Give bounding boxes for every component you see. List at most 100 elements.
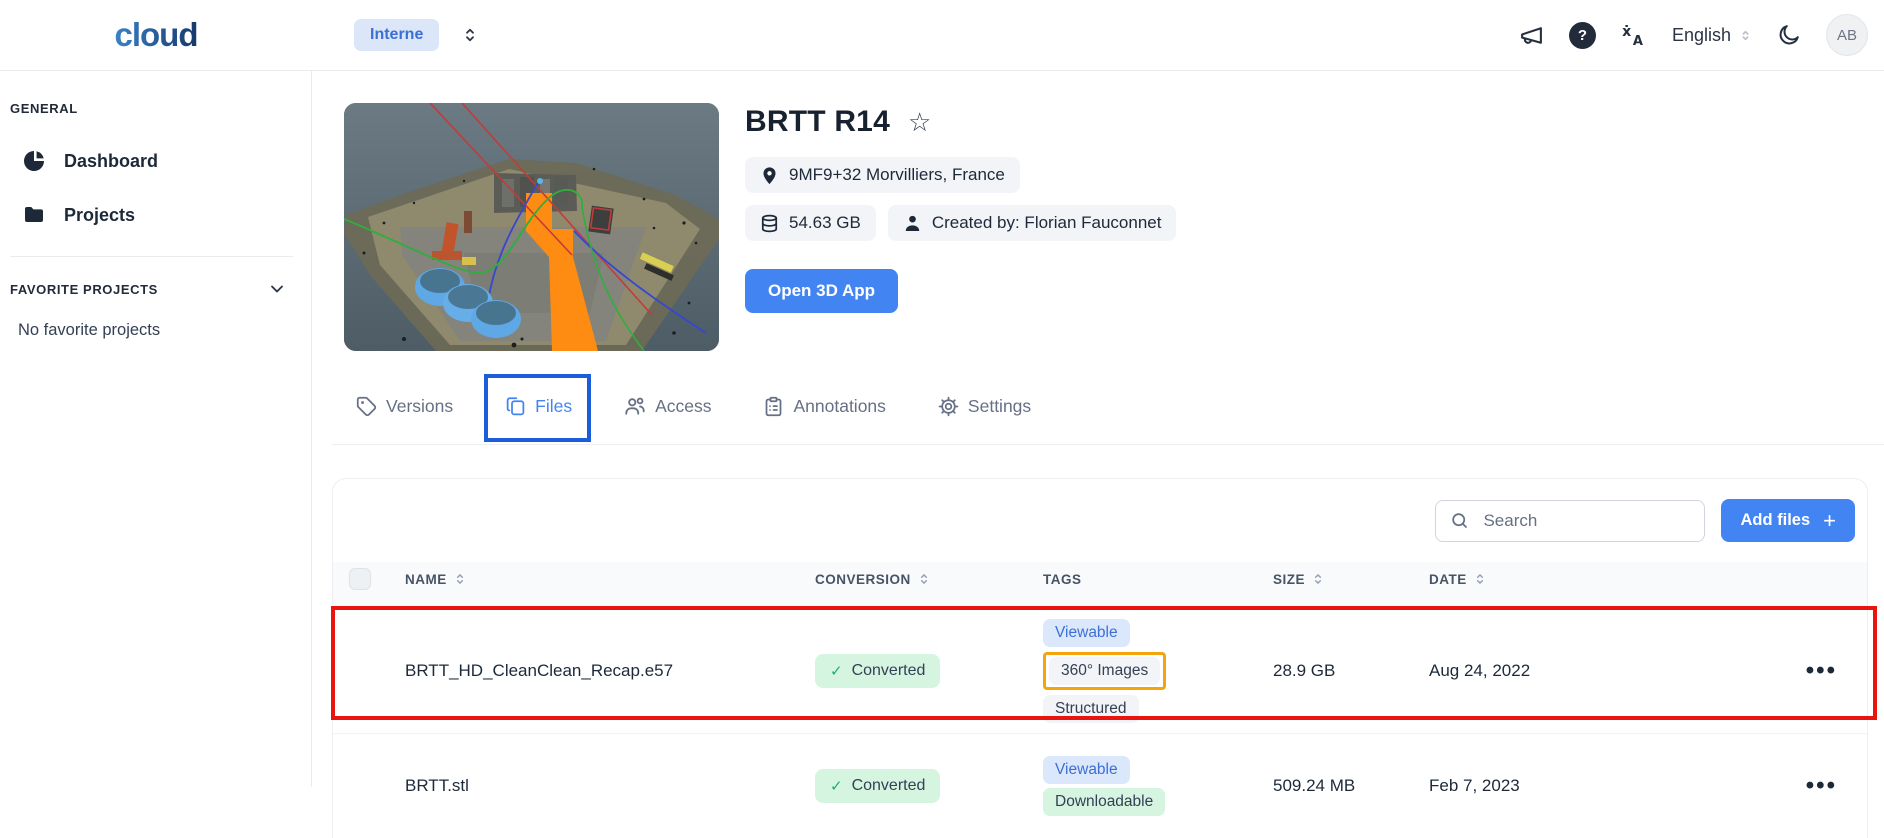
language-chevrons-icon bbox=[1739, 29, 1752, 42]
header-actions: ? ẋA English AB bbox=[1519, 14, 1868, 56]
files-icon bbox=[505, 396, 526, 417]
tab-label: Settings bbox=[968, 396, 1031, 417]
file-size: 28.9 GB bbox=[1273, 661, 1429, 681]
tag-icon bbox=[356, 396, 377, 417]
column-header-date[interactable]: DATE bbox=[1429, 572, 1669, 587]
sort-icon bbox=[917, 572, 931, 586]
tab-annotations[interactable]: Annotations bbox=[763, 396, 885, 417]
annotation-orange-box: 360° Images bbox=[1043, 652, 1166, 690]
size-badge: 54.63 GB bbox=[745, 205, 876, 241]
row-actions-ellipsis-icon[interactable]: ••• bbox=[1800, 770, 1843, 802]
table-toolbar: Add files + bbox=[333, 479, 1867, 562]
row-actions-ellipsis-icon[interactable]: ••• bbox=[1800, 655, 1843, 687]
select-all-checkbox[interactable] bbox=[349, 568, 371, 590]
sidebar-item-projects[interactable]: Projects bbox=[10, 188, 311, 242]
app-root: cloud Interne ? ẋA English bbox=[0, 0, 1884, 787]
tag-pill: Viewable bbox=[1043, 619, 1130, 647]
tags-cell: Viewable Downloadable bbox=[1043, 746, 1273, 826]
file-date: Feb 7, 2023 bbox=[1429, 776, 1669, 796]
gear-icon bbox=[938, 396, 959, 417]
tab-settings[interactable]: Settings bbox=[938, 396, 1031, 417]
project-tabs: Versions Files Access bbox=[356, 386, 1884, 426]
location-text: 9MF9+32 Morvilliers, France bbox=[789, 165, 1005, 185]
database-icon bbox=[760, 214, 779, 233]
map-pin-icon bbox=[760, 166, 779, 185]
size-text: 54.63 GB bbox=[789, 213, 861, 233]
sort-icon bbox=[1311, 572, 1325, 586]
project-thumbnail[interactable] bbox=[344, 103, 719, 351]
main-panel: BRTT R14 ☆ 9MF9+32 Morvilliers, France bbox=[312, 71, 1884, 787]
column-header-tags[interactable]: TAGS bbox=[1043, 572, 1273, 587]
announcements-megaphone-icon[interactable] bbox=[1519, 23, 1544, 48]
folder-icon bbox=[22, 203, 46, 227]
table-header-row: NAME CONVERSION TAGS SIZE bbox=[333, 562, 1867, 608]
clipboard-icon bbox=[763, 396, 784, 417]
add-files-button[interactable]: Add files + bbox=[1721, 499, 1855, 542]
tab-label: Versions bbox=[386, 396, 453, 417]
no-favorite-projects-text: No favorite projects bbox=[10, 321, 311, 340]
sidebar-item-label: Dashboard bbox=[64, 151, 158, 172]
check-icon: ✓ bbox=[830, 662, 843, 680]
open-3d-app-button[interactable]: Open 3D App bbox=[745, 269, 898, 313]
tab-files[interactable]: Files bbox=[505, 396, 572, 417]
app-logo: cloud bbox=[115, 16, 198, 54]
tag-pill: 360° Images bbox=[1049, 657, 1160, 685]
tab-access[interactable]: Access bbox=[624, 395, 711, 417]
sort-icon bbox=[453, 572, 467, 586]
files-table-card: Add files + NAME CONVERSION TA bbox=[332, 478, 1868, 838]
column-header-name[interactable]: NAME bbox=[405, 572, 815, 587]
people-icon bbox=[624, 395, 646, 417]
svg-text:A: A bbox=[1633, 34, 1643, 48]
person-icon bbox=[903, 214, 922, 233]
project-title: BRTT R14 bbox=[745, 105, 890, 139]
tags-cell: Viewable 360° Images Structured bbox=[1043, 609, 1273, 733]
tag-pill: Downloadable bbox=[1043, 788, 1165, 816]
project-info: BRTT R14 ☆ 9MF9+32 Morvilliers, France bbox=[745, 103, 1176, 351]
top-bar: cloud Interne ? ẋA English bbox=[0, 0, 1884, 71]
project-header: BRTT R14 ☆ 9MF9+32 Morvilliers, France bbox=[344, 103, 1884, 351]
search-input[interactable] bbox=[1481, 510, 1690, 532]
creator-text: Created by: Florian Fauconnet bbox=[932, 213, 1162, 233]
favorite-star-icon[interactable]: ☆ bbox=[908, 109, 931, 135]
tabs-divider bbox=[332, 444, 1884, 445]
language-selector[interactable]: English bbox=[1672, 25, 1752, 46]
sidebar-item-dashboard[interactable]: Dashboard bbox=[10, 134, 311, 188]
file-size: 509.24 MB bbox=[1273, 776, 1429, 796]
location-badge: 9MF9+32 Morvilliers, France bbox=[745, 157, 1020, 193]
help-icon[interactable]: ? bbox=[1569, 22, 1596, 49]
plus-icon: + bbox=[1823, 510, 1836, 532]
sidebar-divider bbox=[10, 256, 293, 257]
table-row[interactable]: BRTT.stl ✓ Converted Viewable Downloadab… bbox=[333, 733, 1867, 838]
favorite-projects-label: FAVORITE PROJECTS bbox=[10, 282, 158, 297]
column-header-size[interactable]: SIZE bbox=[1273, 572, 1429, 587]
conversion-status-badge: ✓ Converted bbox=[815, 769, 940, 803]
workspace-chevrons-icon[interactable] bbox=[461, 26, 479, 44]
sidebar-section-general: GENERAL bbox=[10, 101, 311, 116]
add-files-label: Add files bbox=[1740, 511, 1810, 530]
conversion-status-text: Converted bbox=[852, 777, 926, 795]
tab-versions[interactable]: Versions bbox=[356, 396, 453, 417]
tab-label: Files bbox=[535, 396, 572, 417]
user-avatar[interactable]: AB bbox=[1826, 14, 1868, 56]
sort-icon bbox=[1473, 572, 1487, 586]
sidebar: GENERAL Dashboard Projects FAVORITE PROJ… bbox=[0, 71, 312, 787]
tab-label: Access bbox=[655, 396, 711, 417]
tab-label: Annotations bbox=[793, 396, 885, 417]
svg-text:ẋ: ẋ bbox=[1622, 24, 1631, 40]
conversion-status-text: Converted bbox=[852, 662, 926, 680]
pie-chart-icon bbox=[22, 149, 46, 173]
translate-icon[interactable]: ẋA bbox=[1621, 22, 1647, 48]
check-icon: ✓ bbox=[830, 777, 843, 795]
search-icon bbox=[1450, 511, 1469, 530]
favorite-projects-header[interactable]: FAVORITE PROJECTS bbox=[10, 279, 287, 299]
column-header-conversion[interactable]: CONVERSION bbox=[815, 572, 1043, 587]
tag-pill: Structured bbox=[1043, 695, 1139, 723]
sidebar-item-label: Projects bbox=[64, 205, 135, 226]
file-name: BRTT_HD_CleanClean_Recap.e57 bbox=[405, 661, 815, 681]
dark-mode-moon-icon[interactable] bbox=[1777, 23, 1801, 47]
table-row[interactable]: BRTT_HD_CleanClean_Recap.e57 ✓ Converted… bbox=[333, 608, 1867, 733]
file-date: Aug 24, 2022 bbox=[1429, 661, 1669, 681]
creator-badge: Created by: Florian Fauconnet bbox=[888, 205, 1177, 241]
point-cloud-preview-image bbox=[344, 103, 719, 351]
workspace-selector[interactable]: Interne bbox=[354, 19, 439, 51]
